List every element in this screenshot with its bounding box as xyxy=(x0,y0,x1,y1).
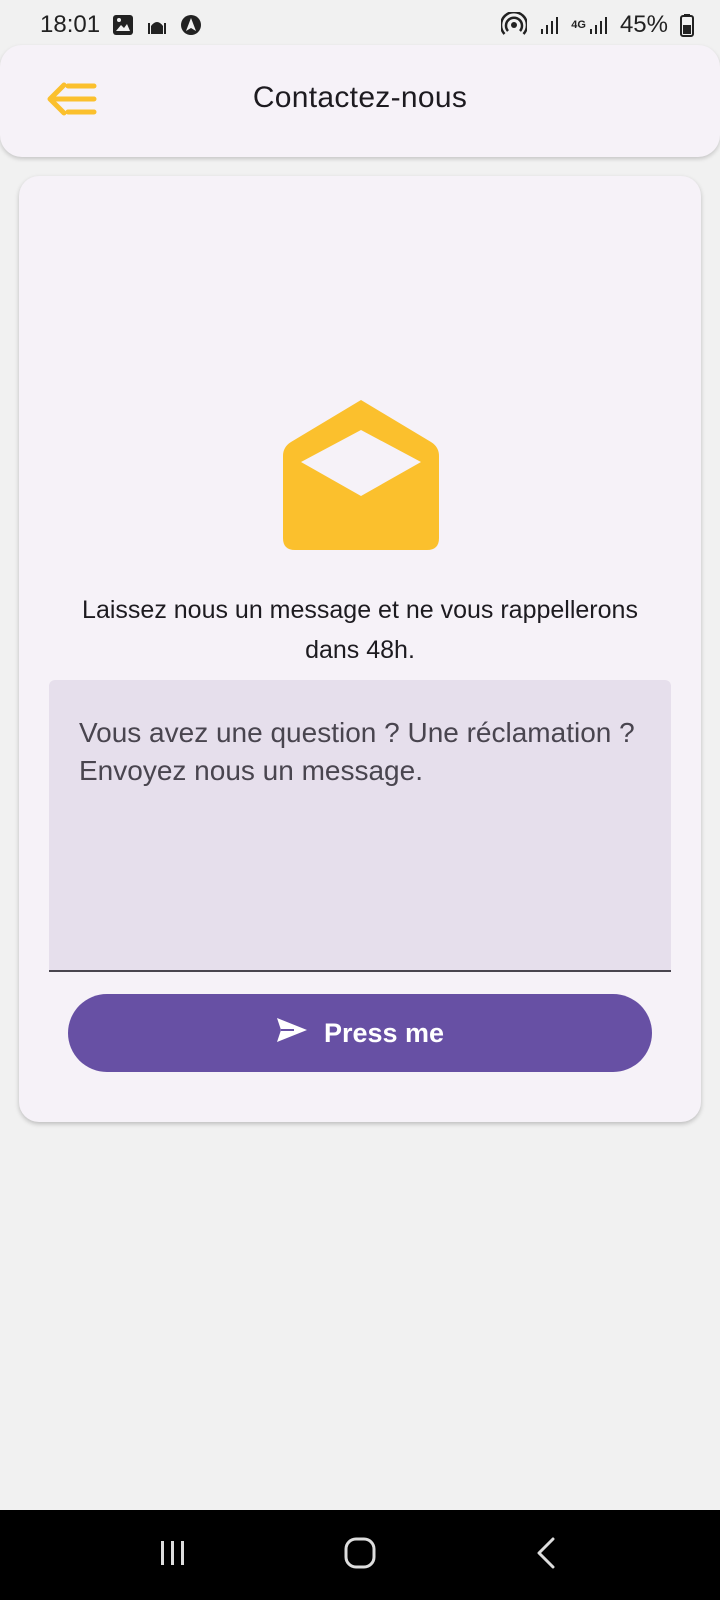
mosque-icon xyxy=(146,14,168,36)
page-title: Contactez-nous xyxy=(252,81,468,114)
recents-icon xyxy=(158,1538,188,1573)
signal-icon xyxy=(539,15,559,35)
hotspot-icon xyxy=(501,12,528,38)
status-left: 18:01 xyxy=(40,11,202,39)
system-nav-bar xyxy=(0,1510,720,1600)
send-icon xyxy=(276,1017,308,1050)
send-button[interactable]: Press me xyxy=(68,994,652,1072)
signal-4g-icon: 4G xyxy=(571,15,608,35)
home-button[interactable] xyxy=(330,1525,390,1585)
battery-percent: 45% xyxy=(619,11,668,38)
battery-icon xyxy=(680,13,694,37)
gallery-icon xyxy=(112,14,134,36)
status-time: 18:01 xyxy=(40,11,101,38)
back-button[interactable] xyxy=(517,1525,577,1585)
screen: 18:01 4G 45% Contactez-nous Laissez nous… xyxy=(0,0,720,1600)
status-bar: 18:01 4G 45% xyxy=(0,0,720,50)
navigation-icon xyxy=(180,14,202,36)
contact-card: Laissez nous un message et ne vous rappe… xyxy=(19,176,701,1122)
app-bar: Contactez-nous xyxy=(0,45,720,157)
back-icon xyxy=(535,1537,559,1574)
network-label: 4G xyxy=(571,18,586,31)
message-field[interactable]: Vous avez une question ? Une réclamation… xyxy=(49,680,671,972)
envelope-open-icon xyxy=(281,400,441,552)
intro-text: Laissez nous un message et ne vous rappe… xyxy=(82,596,638,664)
message-placeholder: Vous avez une question ? Une réclamation… xyxy=(79,717,635,786)
recents-button[interactable] xyxy=(143,1525,203,1585)
home-icon xyxy=(344,1537,376,1574)
status-right: 4G 45% xyxy=(501,11,694,39)
send-button-label: Press me xyxy=(323,1017,445,1048)
